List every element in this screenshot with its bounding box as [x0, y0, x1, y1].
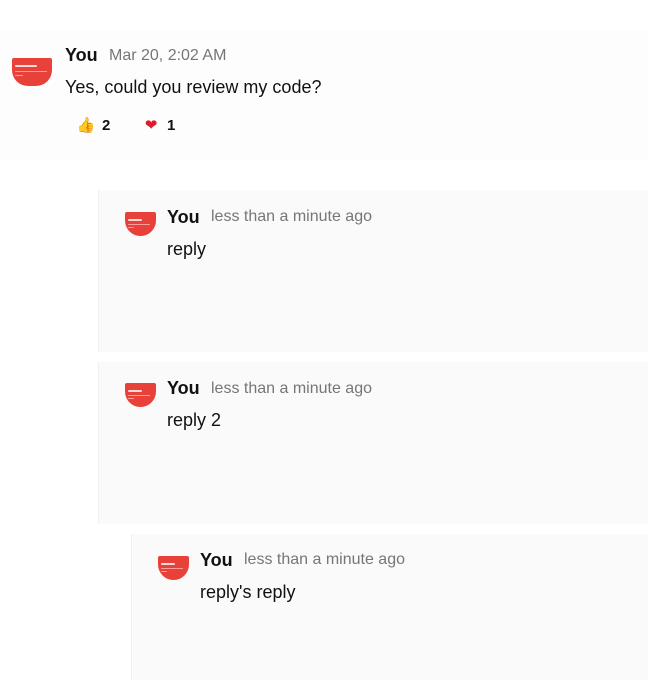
nested-reply-message: You less than a minute ago reply's reply	[131, 534, 648, 680]
avatar[interactable]	[125, 383, 156, 407]
avatar[interactable]	[12, 58, 52, 86]
message-timestamp: Mar 20, 2:02 AM	[109, 47, 227, 64]
author-name: You	[167, 207, 200, 227]
author-name: You	[200, 550, 233, 570]
reply-message: You less than a minute ago reply 2	[98, 362, 648, 524]
reaction-thumbs-up[interactable]: 👍 2	[76, 116, 111, 135]
reaction-count: 1	[167, 116, 176, 134]
message-timestamp: less than a minute ago	[244, 551, 405, 568]
heart-icon: ❤	[144, 117, 158, 134]
message-timestamp: less than a minute ago	[211, 380, 372, 397]
message-root: You Mar 20, 2:02 AM Yes, could you revie…	[0, 30, 648, 160]
message-text: Yes, could you review my code?	[65, 77, 322, 97]
message-text: reply's reply	[200, 582, 296, 602]
avatar[interactable]	[158, 556, 189, 580]
author-name: You	[167, 378, 200, 398]
reaction-heart[interactable]: ❤ 1	[141, 116, 176, 135]
message-timestamp: less than a minute ago	[211, 208, 372, 225]
avatar[interactable]	[125, 212, 156, 236]
reply-message: You less than a minute ago reply	[98, 190, 648, 352]
message-text: reply 2	[167, 410, 222, 430]
reaction-count: 2	[102, 116, 111, 134]
author-name: You	[65, 45, 98, 65]
message-text: reply	[167, 239, 207, 259]
thumbs-up-icon: 👍	[76, 117, 96, 134]
